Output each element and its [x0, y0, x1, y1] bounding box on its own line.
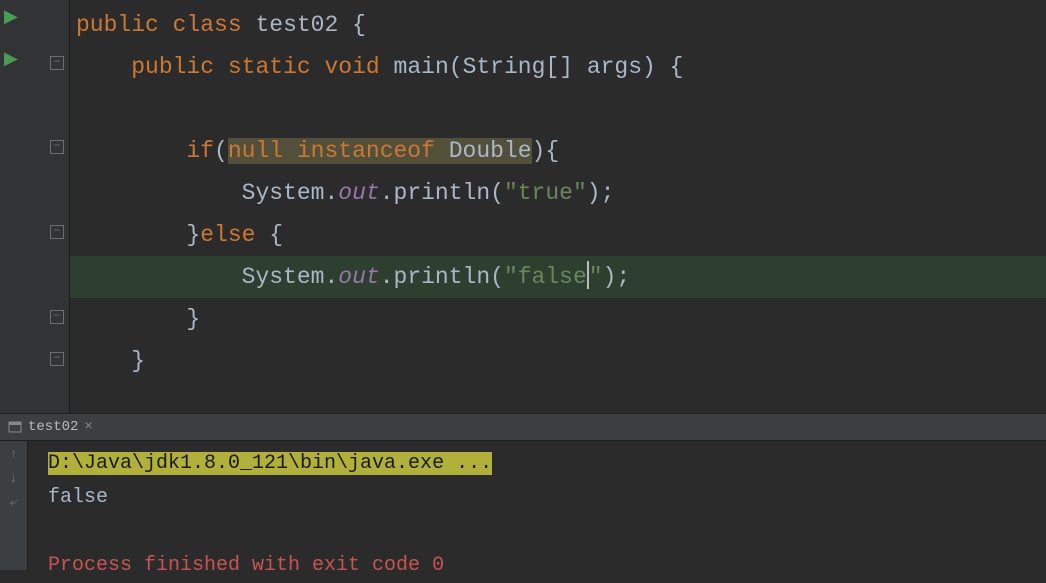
fold-icon[interactable]	[50, 140, 64, 154]
console-panel: ↑ ↓ ⤶ D:\Java\jdk1.8.0_121\bin\java.exe …	[0, 441, 1046, 570]
brace: {	[352, 12, 366, 38]
type: Double	[449, 138, 532, 164]
field: out	[338, 180, 379, 206]
console-output[interactable]: D:\Java\jdk1.8.0_121\bin\java.exe ... fa…	[28, 441, 1046, 570]
brace: {	[670, 54, 684, 80]
code-line: public class test02 {	[70, 4, 1046, 46]
fold-icon[interactable]	[50, 56, 64, 70]
up-icon[interactable]: ↑	[9, 447, 17, 463]
code-pane[interactable]: public class test02 { public static void…	[70, 0, 1046, 413]
down-icon[interactable]: ↓	[9, 471, 17, 487]
keyword: instanceof	[297, 138, 435, 164]
brace: }	[186, 306, 200, 332]
brace: }	[186, 222, 200, 248]
keyword: null	[228, 138, 283, 164]
gutter: ▶ ▶	[0, 0, 70, 413]
method-name: main	[394, 54, 449, 80]
close-icon[interactable]: ×	[84, 419, 92, 435]
keyword: void	[325, 54, 380, 80]
paren: )	[642, 54, 656, 80]
text-cursor	[587, 261, 589, 289]
class-ref: System	[242, 180, 325, 206]
field: out	[338, 264, 379, 290]
tab-label: test02	[28, 419, 78, 435]
command-text: D:\Java\jdk1.8.0_121\bin\java.exe ...	[48, 452, 492, 475]
dot: .	[380, 264, 394, 290]
brace: {	[545, 138, 559, 164]
class-ref: System	[242, 264, 325, 290]
keyword: if	[186, 138, 214, 164]
string-literal: "true"	[504, 180, 587, 206]
brace: {	[269, 222, 283, 248]
paren: )	[532, 138, 546, 164]
run-tab-bar: test02 ×	[0, 413, 1046, 441]
console-toolbar: ↑ ↓ ⤶	[0, 441, 28, 570]
paren: (	[214, 138, 228, 164]
keyword: public	[76, 12, 159, 38]
code-line: if(null instanceof Double){	[70, 130, 1046, 172]
editor-area: ▶ ▶ public class test02 { public static …	[0, 0, 1046, 413]
keyword: class	[173, 12, 242, 38]
brace: }	[131, 348, 145, 374]
warning-highlight: null instanceof Double	[228, 138, 532, 164]
keyword: public	[131, 54, 214, 80]
semicolon: ;	[616, 264, 630, 290]
paren: (	[449, 54, 463, 80]
semicolon: ;	[601, 180, 615, 206]
dot: .	[324, 180, 338, 206]
code-line: System.out.println("true");	[70, 172, 1046, 214]
fold-icon[interactable]	[50, 352, 64, 366]
code-line: }else {	[70, 214, 1046, 256]
code-line-current: System.out.println("false");	[70, 256, 1046, 298]
method-call: println	[394, 264, 491, 290]
run-tab[interactable]: test02 ×	[0, 414, 101, 440]
class-name: test02	[255, 12, 338, 38]
run-icon[interactable]: ▶	[4, 48, 18, 70]
code-line	[70, 88, 1046, 130]
brackets: []	[545, 54, 573, 80]
console-blank-line	[48, 515, 1026, 549]
dot: .	[380, 180, 394, 206]
paren: (	[490, 264, 504, 290]
run-icon[interactable]: ▶	[4, 6, 18, 28]
application-icon	[8, 420, 22, 434]
fold-icon[interactable]	[50, 225, 64, 239]
code-line: }	[70, 298, 1046, 340]
paren: )	[603, 264, 617, 290]
dot: .	[324, 264, 338, 290]
method-call: println	[394, 180, 491, 206]
wrap-icon[interactable]: ⤶	[10, 495, 18, 511]
type: String	[463, 54, 546, 80]
console-exit-line: Process finished with exit code 0	[48, 549, 1026, 583]
code-line: }	[70, 340, 1046, 382]
console-output-line: false	[48, 481, 1026, 515]
keyword: static	[228, 54, 311, 80]
string-literal: "false"	[504, 264, 603, 290]
console-command-line: D:\Java\jdk1.8.0_121\bin\java.exe ...	[48, 447, 1026, 481]
paren: )	[587, 180, 601, 206]
fold-icon[interactable]	[50, 310, 64, 324]
paren: (	[490, 180, 504, 206]
param: args	[587, 54, 642, 80]
code-line: public static void main(String[] args) {	[70, 46, 1046, 88]
keyword: else	[200, 222, 255, 248]
